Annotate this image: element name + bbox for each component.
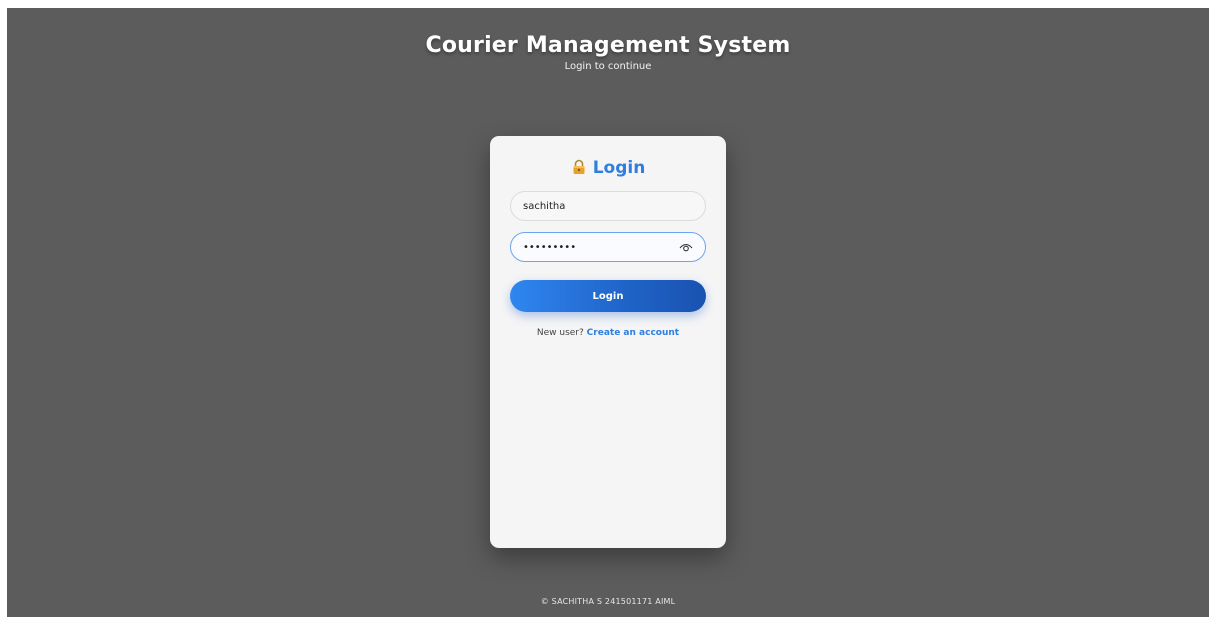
lock-icon	[573, 159, 585, 174]
footer-copyright: © SACHITHA S 241501171 AIML	[540, 597, 676, 606]
login-title-label: Login	[592, 158, 646, 178]
username-field[interactable]	[510, 191, 706, 221]
create-account-link[interactable]: Create an account	[587, 328, 679, 338]
username-input[interactable]	[523, 192, 673, 220]
signup-prompt: New user? Create an account	[490, 328, 726, 338]
page-background: Courier Management System Login to conti…	[7, 8, 1209, 617]
signup-prompt-text: New user?	[536, 328, 584, 338]
login-card: Login Login New user? Create an account	[490, 136, 726, 548]
eye-icon[interactable]	[679, 241, 693, 253]
login-card-title: Login	[490, 158, 726, 178]
app-title: Courier Management System	[425, 33, 791, 58]
login-button[interactable]: Login	[510, 280, 706, 312]
password-field[interactable]	[510, 232, 706, 262]
password-input[interactable]	[523, 233, 673, 261]
page-header: Courier Management System Login to conti…	[7, 33, 1209, 72]
app-subtitle: Login to continue	[564, 61, 652, 72]
